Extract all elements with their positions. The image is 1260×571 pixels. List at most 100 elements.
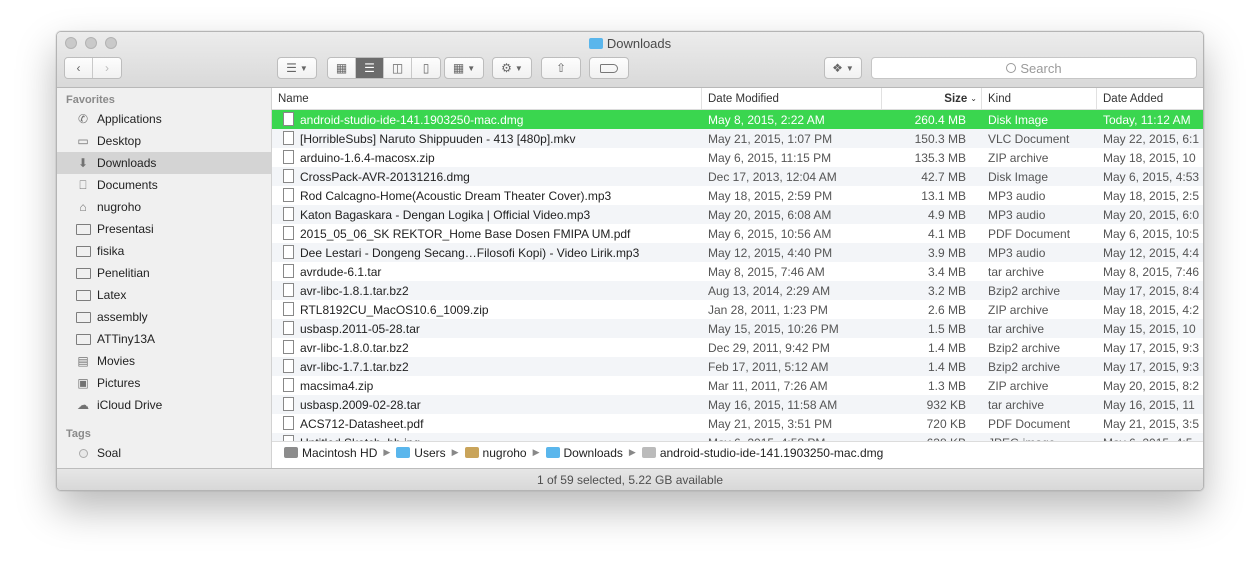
sidebar-item-assembly[interactable]: assembly	[57, 306, 271, 328]
file-icon	[283, 359, 294, 373]
path-item-0[interactable]: Macintosh HD	[284, 446, 377, 460]
file-size: 3.2 MB	[927, 283, 966, 298]
forward-button[interactable]: ›	[93, 58, 121, 78]
sidebar-item-penelitian[interactable]: Penelitian	[57, 262, 271, 284]
file-size: 3.9 MB	[927, 245, 966, 260]
table-row[interactable]: macsima4.zip Mar 11, 2011, 7:26 AM 1.3 MB Z…	[272, 376, 1203, 395]
table-row[interactable]: arduino-1.6.4-macosx.zip May 6, 2015, 11:…	[272, 148, 1203, 167]
table-row[interactable]: usbasp.2009-02-28.tar May 16, 2015, 11:58…	[272, 395, 1203, 414]
file-size: 135.3 MB	[914, 150, 966, 165]
sidebar-item-pictures[interactable]: ▣ Pictures	[57, 372, 271, 394]
documents-icon: ⎕	[79, 177, 87, 192]
file-icon	[283, 435, 294, 441]
column-view-button[interactable]: ◫	[384, 58, 412, 78]
file-date-added: Today, 11:12 AM	[1103, 112, 1191, 127]
table-row[interactable]: RTL8192CU_MacOS10.6_1009.zip Jan 28, 2011…	[272, 300, 1203, 319]
file-name: avr-libc-1.8.1.tar.bz2	[300, 283, 409, 298]
file-icon	[283, 112, 294, 126]
path-item-3[interactable]: Downloads	[545, 446, 623, 460]
search-input[interactable]: Search	[871, 57, 1197, 79]
file-date-modified: May 6, 2015, 4:58 PM	[702, 433, 882, 442]
folder-icon	[396, 447, 411, 458]
path-item-2[interactable]: nugroho	[464, 446, 527, 460]
file-name-cell: Rod Calcagno-Home(Acoustic Dream Theater…	[272, 186, 702, 205]
sidebar-item-label: Presentasi	[97, 222, 154, 236]
table-row[interactable]: Rod Calcagno-Home(Acoustic Dream Theater…	[272, 186, 1203, 205]
file-date-modified: May 8, 2015, 7:46 AM	[708, 264, 825, 279]
sidebar-item-movies[interactable]: ▤ Movies	[57, 350, 271, 372]
file-date-added: May 18, 2015, 10	[1103, 150, 1196, 165]
grid-icon: ▦	[335, 61, 348, 75]
file-name-cell: macsima4.zip	[272, 376, 702, 395]
table-row[interactable]: ACS712-Datasheet.pdf May 21, 2015, 3:51 P…	[272, 414, 1203, 433]
table-row[interactable]: 2015_05_06_SK REKTOR_Home Base Dosen FMI…	[272, 224, 1203, 243]
table-row[interactable]: Katon Bagaskara - Dengan Logika | Offici…	[272, 205, 1203, 224]
file-date-modified: Jan 28, 2011, 1:23 PM	[708, 302, 828, 317]
group-button[interactable]: ▦ ▼	[444, 57, 484, 79]
finder-window: Downloads ‹ › ☰▼ ▦ ☰ ◫ ▯ ▦▼ ⚙▼ ⇧ ❖▼	[56, 31, 1204, 491]
file-name-cell: Untitled Sketch_bb.jpg	[272, 433, 702, 441]
sidebar-item-presentasi[interactable]: Presentasi	[57, 218, 271, 240]
table-row[interactable]: Untitled Sketch_bb.jpg May 6, 2015, 4:58 …	[272, 433, 1203, 442]
sidebar-item-nugroho[interactable]: ⌂ nugroho	[57, 196, 271, 218]
file-size: 638 KB	[882, 433, 982, 442]
file-name: arduino-1.6.4-macosx.zip	[300, 150, 435, 165]
table-row[interactable]: CrossPack-AVR-20131216.dmg Dec 17, 2013, …	[272, 167, 1203, 186]
sidebar-item-applications[interactable]: ✆ Applications	[57, 108, 271, 130]
file-icon	[283, 188, 294, 202]
table-row[interactable]: Dee Lestari - Dongeng Secang…Filosofi Ko…	[272, 243, 1203, 262]
list-view-button[interactable]: ☰	[356, 58, 384, 78]
folder-icon	[545, 447, 560, 458]
path-item-4[interactable]: android-studio-ide-141.1903250-mac.dmg	[641, 446, 883, 460]
column-date-modified[interactable]: Date Modified	[702, 88, 882, 109]
share-button[interactable]: ⇧	[541, 57, 581, 79]
file-list: Name Date Modified Size ⌄ Kind Date Added…	[272, 88, 1203, 468]
window-title: Downloads	[57, 36, 1203, 51]
search-icon	[1006, 63, 1017, 73]
sidebar-item-label: Desktop	[97, 134, 142, 148]
tag-item-soal[interactable]: Soal	[57, 442, 271, 464]
file-date-modified: May 21, 2015, 1:07 PM	[708, 131, 833, 146]
sidebar-item-downloads[interactable]: ⬇ Downloads	[57, 152, 271, 174]
table-row[interactable]: usbasp.2011-05-28.tar May 15, 2015, 10:26…	[272, 319, 1203, 338]
icon-view-button[interactable]: ▦	[328, 58, 356, 78]
table-row[interactable]: [HorribleSubs] Naruto Shippuuden - 413 […	[272, 129, 1203, 148]
column-kind[interactable]: Kind	[982, 88, 1097, 109]
file-size: 720 KB	[926, 416, 966, 431]
file-kind: VLC Document	[988, 131, 1070, 146]
column-date-added[interactable]: Date Added	[1097, 88, 1203, 109]
sidebar-item-latex[interactable]: Latex	[57, 284, 271, 306]
folder-icon	[75, 288, 91, 302]
file-name-cell: avr-libc-1.8.1.tar.bz2	[272, 281, 702, 300]
file-name-cell: usbasp.2011-05-28.tar	[272, 319, 702, 338]
table-row[interactable]: avr-libc-1.8.0.tar.bz2 Dec 29, 2011, 9:42…	[272, 338, 1203, 357]
dropbox-button[interactable]: ❖ ▼	[824, 57, 862, 79]
file-name: usbasp.2011-05-28.tar	[300, 321, 420, 336]
file-icon	[283, 245, 294, 259]
coverflow-view-button[interactable]: ▯	[412, 58, 440, 78]
file-size: 150.3 MB	[914, 131, 966, 146]
back-button[interactable]: ‹	[65, 58, 93, 78]
table-row[interactable]: avr-libc-1.8.1.tar.bz2 Aug 13, 2014, 2:29…	[272, 281, 1203, 300]
sidebar-item-attiny13a[interactable]: ATTiny13A	[57, 328, 271, 350]
arrange-button[interactable]: ☰ ▼	[277, 57, 317, 79]
downloads-icon: ⬇	[77, 156, 89, 170]
path-item-1[interactable]: Users	[396, 446, 446, 460]
table-row[interactable]: android-studio-ide-141.1903250-mac.dmg Ma…	[272, 110, 1203, 129]
sidebar-item-label: Applications	[97, 112, 162, 126]
chevron-left-icon: ‹	[76, 61, 81, 75]
table-row[interactable]: avrdude-6.1.tar May 8, 2015, 7:46 AM 3.4 M…	[272, 262, 1203, 281]
file-name-cell: avr-libc-1.7.1.tar.bz2	[272, 357, 702, 376]
path-separator-icon: ▶	[628, 447, 636, 457]
tags-button[interactable]	[589, 57, 629, 79]
sidebar-item-documents[interactable]: ⎕ Documents	[57, 174, 271, 196]
chevron-right-icon: ›	[105, 61, 109, 75]
sidebar-item-desktop[interactable]: ▭ Desktop	[57, 130, 271, 152]
sidebar-item-icloud-drive[interactable]: ☁ iCloud Drive	[57, 394, 271, 416]
table-row[interactable]: avr-libc-1.7.1.tar.bz2 Feb 17, 2011, 5:12…	[272, 357, 1203, 376]
sidebar-item-fisika[interactable]: fisika	[57, 240, 271, 262]
column-name[interactable]: Name	[272, 88, 702, 109]
column-size[interactable]: Size ⌄	[882, 88, 982, 109]
file-icon	[283, 207, 294, 221]
action-button[interactable]: ⚙ ▼	[492, 57, 532, 79]
